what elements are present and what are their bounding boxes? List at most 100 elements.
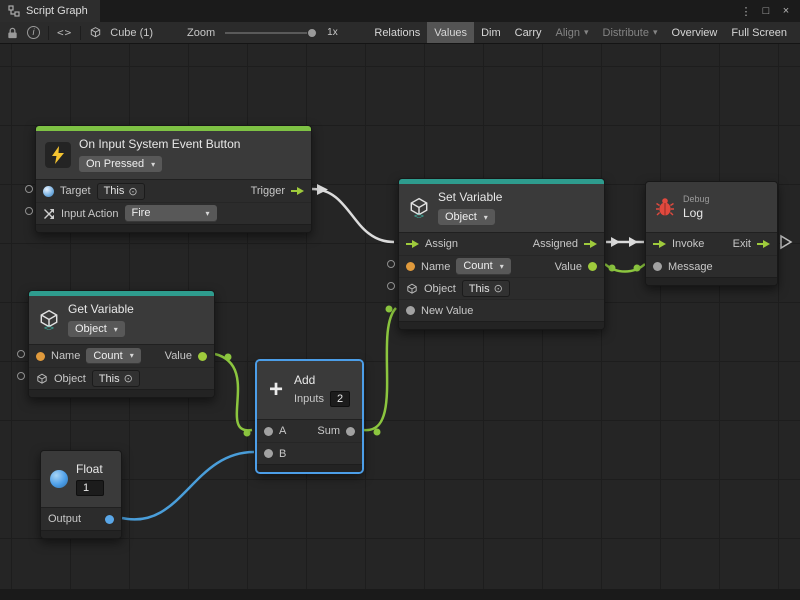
exit-offscreen-arrow[interactable]	[781, 236, 791, 248]
self-target-icon: ⊙	[494, 282, 503, 295]
graph-target-label[interactable]: Cube (1)	[110, 27, 153, 39]
wire-flow-arrowhead	[629, 237, 638, 247]
close-icon[interactable]: ×	[778, 5, 794, 17]
float-literal-icon	[50, 470, 68, 488]
trigger-port-label: Trigger	[251, 185, 285, 197]
target-this-chip[interactable]: This ⊙	[97, 183, 145, 200]
input-action-port-label: Input Action	[61, 208, 119, 220]
port-value-out[interactable]	[588, 262, 597, 271]
assign-port-label: Assign	[425, 238, 458, 250]
tab-script-graph[interactable]: Script Graph	[0, 0, 100, 22]
lock-icon[interactable]	[6, 26, 19, 40]
variable-name-dropdown[interactable]: Count	[456, 258, 510, 275]
object-cube-icon	[36, 373, 48, 385]
graph-canvas[interactable]: On Input System Event Button On Pressed …	[0, 44, 800, 600]
external-port-target[interactable]	[25, 185, 33, 193]
node-title: Float	[76, 462, 103, 476]
zoom-slider[interactable]	[225, 32, 317, 34]
value-port-label: Value	[165, 350, 192, 362]
zoom-slider-knob[interactable]	[307, 28, 317, 38]
external-port-set-name[interactable]	[387, 260, 395, 268]
wire-endpoint-dot	[225, 354, 232, 361]
node-footer	[41, 530, 121, 538]
dim-button[interactable]: Dim	[474, 22, 508, 43]
port-exit-out[interactable]	[757, 239, 770, 249]
node-on-input-system-event-button[interactable]: On Input System Event Button On Pressed …	[35, 125, 312, 233]
port-assigned-out[interactable]	[584, 239, 597, 249]
variable-kind-dropdown[interactable]: Object	[68, 321, 125, 338]
port-output-out[interactable]	[105, 515, 114, 524]
menu-icon[interactable]: ⋮	[738, 5, 754, 18]
script-graph-window: Script Graph ⋮ □ × i <> Cube (1) Zoom 1x…	[0, 0, 800, 600]
invoke-row: Invoke Exit	[646, 233, 777, 255]
wire-getvalue-a[interactable]	[215, 354, 252, 430]
external-port-get-name[interactable]	[17, 350, 25, 358]
node-category: Debug	[683, 194, 710, 204]
object-this-chip[interactable]: This ⊙	[92, 370, 140, 387]
external-port-set-object[interactable]	[387, 282, 395, 290]
port-sum-out[interactable]	[346, 427, 355, 436]
node-add[interactable]: + Add Inputs 2 A Sum	[256, 360, 363, 473]
port-a-in[interactable]	[264, 427, 273, 436]
port-assign-in[interactable]	[406, 239, 419, 249]
port-message-in[interactable]	[653, 262, 662, 271]
node-debug-log[interactable]: Debug Log Invoke Exit Message	[645, 181, 778, 286]
game-object-icon	[43, 186, 54, 197]
inputs-count-field[interactable]: 2	[330, 391, 350, 407]
toolbar-buttons: Relations Values Dim Carry Align Distrib…	[367, 22, 794, 43]
collapse-icon[interactable]: <>	[57, 26, 72, 39]
align-button[interactable]: Align	[549, 22, 596, 43]
node-set-variable[interactable]: <> Set Variable Object Assign Assigned	[398, 178, 605, 330]
name-row: Name Count Value	[399, 255, 604, 277]
float-value-field[interactable]: 1	[76, 480, 104, 496]
input-action-icon	[43, 208, 55, 220]
distribute-button[interactable]: Distribute	[596, 22, 665, 43]
wire-endpoint-dot	[386, 306, 393, 313]
new-value-row: New Value	[399, 299, 604, 321]
event-mode-dropdown[interactable]: On Pressed	[79, 156, 162, 173]
assigned-port-label: Assigned	[533, 238, 578, 250]
port-invoke-in[interactable]	[653, 239, 666, 249]
node-title: On Input System Event Button	[79, 137, 240, 151]
port-new-value-in[interactable]	[406, 306, 415, 315]
relations-button[interactable]: Relations	[367, 22, 427, 43]
full-screen-button[interactable]: Full Screen	[724, 22, 794, 43]
node-get-variable[interactable]: <> Get Variable Object Name Count Value	[28, 290, 215, 398]
message-row: Message	[646, 255, 777, 277]
node-footer	[257, 464, 362, 472]
name-row: Name Count Value	[29, 345, 214, 367]
message-port-label: Message	[668, 261, 713, 273]
port-name-in[interactable]	[36, 352, 45, 361]
wire-float-b[interactable]	[122, 452, 254, 519]
object-row: Object This ⊙	[29, 367, 214, 389]
event-bolt-icon	[45, 142, 71, 168]
wire-endpoint-dot	[609, 265, 616, 272]
info-icon[interactable]: i	[27, 26, 40, 39]
values-button[interactable]: Values	[427, 22, 474, 43]
input-action-dropdown[interactable]: Fire	[125, 205, 217, 222]
port-trigger-out[interactable]	[291, 186, 304, 196]
external-port-input-action[interactable]	[25, 207, 33, 215]
port-name-in[interactable]	[406, 262, 415, 271]
a-port-label: A	[279, 425, 286, 437]
overview-button[interactable]: Overview	[665, 22, 725, 43]
object-this-chip[interactable]: This ⊙	[462, 280, 510, 297]
output-port-label: Output	[48, 513, 81, 525]
port-b-in[interactable]	[264, 449, 273, 458]
wire-sum-newvalue[interactable]	[364, 308, 396, 430]
wire-value-message[interactable]	[605, 264, 645, 272]
maximize-icon[interactable]: □	[758, 5, 774, 17]
port-value-out[interactable]	[198, 352, 207, 361]
wire-trigger-assign[interactable]	[312, 189, 394, 242]
carry-button[interactable]: Carry	[508, 22, 549, 43]
node-float[interactable]: Float 1 Output	[40, 450, 122, 539]
tab-bar: Script Graph ⋮ □ ×	[0, 0, 800, 22]
cube-icon	[89, 26, 102, 39]
external-port-get-object[interactable]	[17, 372, 25, 380]
wire-flow-arrowhead	[611, 237, 620, 247]
variable-kind-dropdown[interactable]: Object	[438, 209, 495, 226]
value-port-label: Value	[555, 261, 582, 273]
node-title: Get Variable	[68, 302, 134, 316]
variable-name-dropdown[interactable]: Count	[86, 348, 140, 365]
target-port-label: Target	[60, 185, 91, 197]
